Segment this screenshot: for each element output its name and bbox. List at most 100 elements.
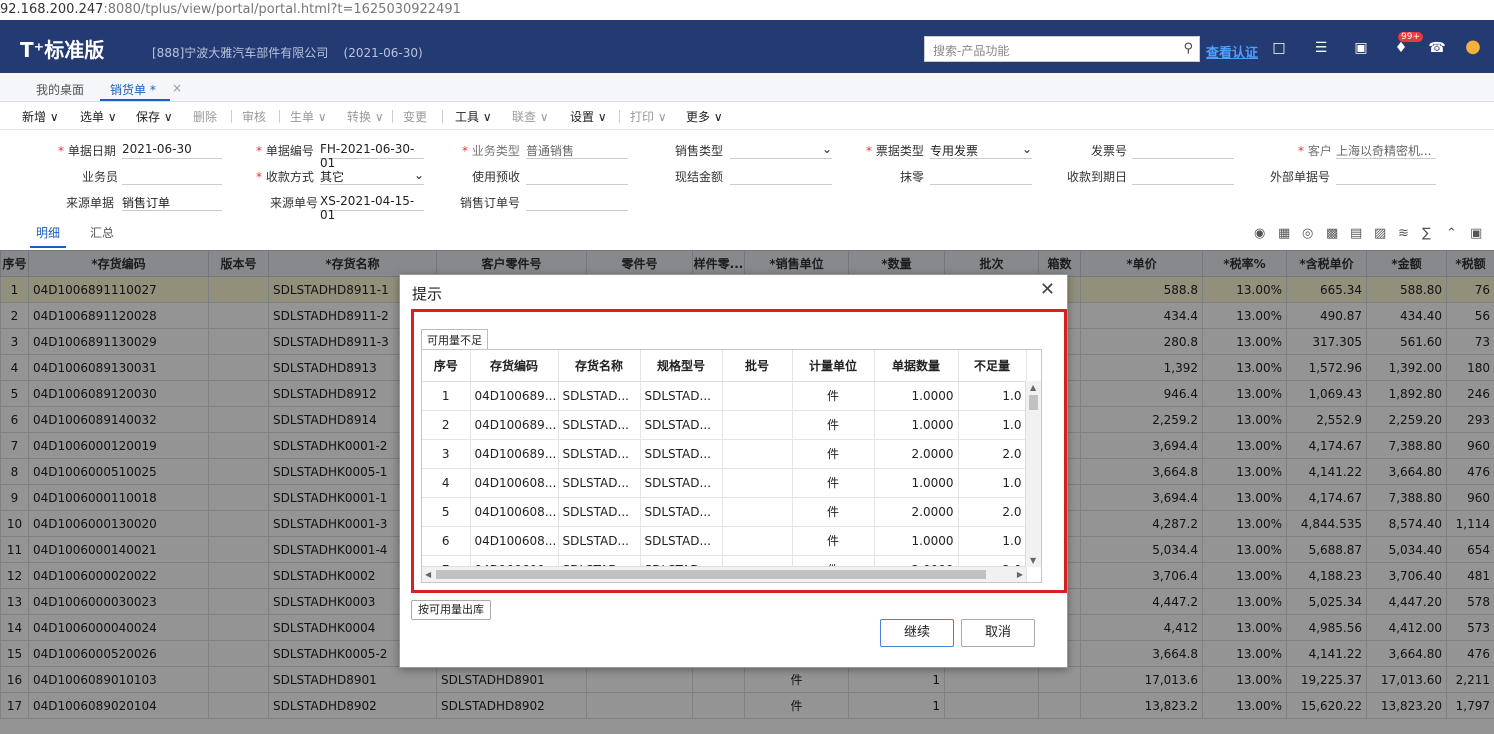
- list-item[interactable]: 4 04D100608... SDLSTAD... SDLSTAD... 件 1.0000…: [422, 468, 1027, 498]
- horizontal-scrollbar[interactable]: ◀ ▶: [422, 566, 1026, 582]
- settings-button[interactable]: 设置 ∨: [570, 108, 607, 125]
- tab-summary[interactable]: 汇总: [90, 224, 114, 241]
- scroll-left-icon[interactable]: ◀: [425, 570, 431, 579]
- divider: [619, 110, 620, 123]
- customer-field[interactable]: 上海以奇精密机...: [1336, 142, 1436, 159]
- external-no-field[interactable]: [1336, 168, 1436, 185]
- copy-icon[interactable]: ▤: [1350, 226, 1362, 241]
- clerk-field[interactable]: [122, 168, 222, 185]
- date-field[interactable]: 2021-06-30: [122, 142, 222, 159]
- tools-button[interactable]: 工具 ∨: [455, 108, 492, 125]
- table-cell: [722, 468, 793, 498]
- scroll-right-icon[interactable]: ▶: [1017, 570, 1023, 579]
- bell-icon[interactable]: ♦ 99+: [1392, 32, 1423, 58]
- table-cell: SDLSTAD...: [640, 497, 723, 527]
- list-item[interactable]: 6 04D100608... SDLSTAD... SDLSTAD... 件 1.0000…: [422, 526, 1027, 556]
- source-no-field[interactable]: XS-2021-04-15-01: [320, 194, 424, 222]
- column-setting-icon[interactable]: ∑: [1422, 226, 1431, 241]
- tab-close-icon[interactable]: ×: [172, 81, 182, 95]
- source-type-label: 来源单据: [66, 196, 115, 210]
- table-cell: 04D100608...: [470, 497, 559, 527]
- search-icon[interactable]: ⚲: [1183, 41, 1193, 56]
- more-button[interactable]: 更多 ∨: [686, 108, 723, 125]
- horizontal-scroll-thumb[interactable]: [436, 570, 986, 579]
- chart-icon[interactable]: ⌃: [1446, 226, 1457, 241]
- tab-insufficient-qty[interactable]: 可用量不足: [421, 329, 488, 349]
- table-cell: [722, 497, 793, 527]
- use-prepay-field[interactable]: [526, 168, 628, 185]
- highlight-box: 可用量不足 序号 存货编码 存货名称 规格型号 批号 计量单位 单据数量 不足量 1 04D10…: [411, 309, 1067, 593]
- link-query-button[interactable]: 联查 ∨: [512, 108, 549, 125]
- grid-icon[interactable]: ▩: [1326, 226, 1338, 241]
- bill-no-field[interactable]: FH-2021-06-30-01: [320, 142, 424, 170]
- audit-button[interactable]: 审核: [242, 108, 266, 125]
- out-by-available-button[interactable]: 按可用量出库: [411, 600, 491, 620]
- change-button[interactable]: 变更: [403, 108, 427, 125]
- export-icon[interactable]: ▣: [1470, 226, 1482, 241]
- pin-icon[interactable]: ◎: [1302, 226, 1313, 241]
- shortage-column-header[interactable]: 计量单位: [792, 350, 875, 382]
- select-bill-button[interactable]: 选单 ∨: [80, 108, 117, 125]
- vertical-scroll-thumb[interactable]: [1029, 395, 1038, 410]
- scan-icon[interactable]: ▦: [1278, 226, 1290, 241]
- erase-field[interactable]: [930, 168, 1032, 185]
- location-icon[interactable]: ◉: [1254, 226, 1265, 241]
- shortage-column-header[interactable]: 存货编码: [470, 350, 559, 382]
- biz-type-field[interactable]: 普通销售: [526, 142, 628, 159]
- vertical-scrollbar[interactable]: ▲ ▼: [1025, 381, 1041, 567]
- table-cell: [722, 439, 793, 469]
- tab-sales-delivery[interactable]: 销货单 *: [110, 81, 156, 98]
- sale-type-select[interactable]: ⌄: [730, 142, 832, 159]
- shortage-column-header[interactable]: 单据数量: [874, 350, 959, 382]
- external-no-label: 外部单据号: [1270, 170, 1331, 184]
- list-item[interactable]: 5 04D100608... SDLSTAD... SDLSTAD... 件 2.0000…: [422, 497, 1027, 527]
- filter-icon[interactable]: ≋: [1398, 226, 1409, 241]
- list-item[interactable]: 2 04D100689... SDLSTAD... SDLSTAD... 件 1.0000…: [422, 410, 1027, 440]
- save-button[interactable]: 保存 ∨: [136, 108, 173, 125]
- search-input[interactable]: 搜索-产品功能 ⚲: [924, 36, 1200, 62]
- due-date-label: 收款到期日: [1067, 170, 1128, 184]
- cash-amount-field[interactable]: [730, 168, 832, 185]
- app-logo: T⁺标准版: [20, 38, 105, 62]
- list-item[interactable]: 3 04D100689... SDLSTAD... SDLSTAD... 件 2.0000…: [422, 439, 1027, 469]
- divider: [279, 110, 280, 123]
- check-certification-link[interactable]: 查看认证: [1206, 42, 1258, 61]
- scroll-up-icon[interactable]: ▲: [1030, 383, 1036, 392]
- due-date-field[interactable]: [1132, 168, 1234, 185]
- generate-button[interactable]: 生单 ∨: [290, 108, 327, 125]
- phone-icon[interactable]: ☎: [1428, 40, 1446, 58]
- delete-button[interactable]: 删除: [193, 108, 217, 125]
- new-button[interactable]: 新增 ∨: [22, 108, 59, 125]
- continue-button[interactable]: 继续: [880, 619, 954, 647]
- print-button[interactable]: 打印 ∨: [630, 108, 667, 125]
- convert-button[interactable]: 转换 ∨: [347, 108, 384, 125]
- sales-order-no-field[interactable]: [526, 194, 628, 211]
- table-cell: SDLSTAD...: [558, 497, 641, 527]
- close-icon[interactable]: ✕: [1040, 279, 1055, 300]
- save-disk-icon[interactable]: □: [1270, 40, 1288, 58]
- source-type-field[interactable]: 销售订单: [122, 194, 222, 211]
- monitor-icon[interactable]: ▣: [1352, 40, 1370, 58]
- invoice-type-select[interactable]: 专用发票 ⌄: [930, 142, 1032, 159]
- cash-amount-label: 现结金额: [675, 170, 724, 184]
- url-bar[interactable]: 92.168.200.247:8080/tplus/view/portal/po…: [0, 0, 1494, 20]
- shortage-column-header[interactable]: 序号: [422, 350, 471, 382]
- shortage-column-header[interactable]: 规格型号: [640, 350, 723, 382]
- scroll-down-icon[interactable]: ▼: [1030, 556, 1036, 565]
- table-cell: 2.0000: [874, 439, 959, 469]
- paste-icon[interactable]: ▨: [1374, 226, 1386, 241]
- shortage-column-header[interactable]: 存货名称: [558, 350, 641, 382]
- payment-method-select[interactable]: 其它 ⌄: [320, 168, 424, 185]
- tab-detail[interactable]: 明细: [36, 224, 60, 241]
- shortage-column-header[interactable]: 批号: [722, 350, 793, 382]
- url-host: 92.168.200.247: [0, 2, 104, 17]
- table-cell: 件: [792, 381, 875, 411]
- detail-tabs: 明细 汇总 ◉ ▦ ◎ ▩ ▤ ▨ ≋ ∑ ⌃ ▣: [0, 216, 1494, 250]
- list-item[interactable]: 1 04D100689... SDLSTAD... SDLSTAD... 件 1.0000…: [422, 381, 1027, 411]
- invoice-no-field[interactable]: [1132, 142, 1234, 159]
- tab-my-desktop[interactable]: 我的桌面: [36, 81, 84, 98]
- shortage-column-header[interactable]: 不足量: [958, 350, 1027, 382]
- cancel-button[interactable]: 取消: [961, 619, 1035, 647]
- list-icon[interactable]: ☰: [1312, 40, 1330, 58]
- avatar-icon[interactable]: ●: [1464, 36, 1482, 57]
